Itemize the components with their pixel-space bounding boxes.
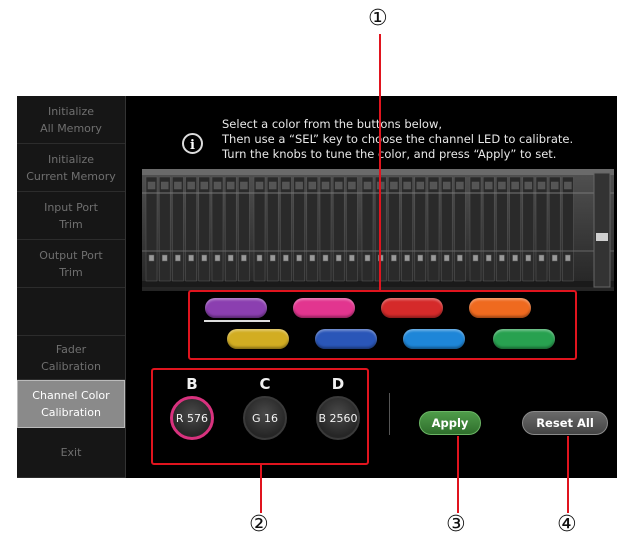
callout-3: ③ (446, 512, 466, 537)
channel-fader (525, 254, 532, 262)
channel-sel-key (416, 181, 425, 190)
channel-fader (499, 254, 505, 262)
channel-sel-key (498, 181, 506, 190)
channel-sel-key (484, 181, 493, 190)
channel-sel-key (524, 181, 533, 190)
callout-2: ② (249, 512, 269, 537)
channel-fader (241, 254, 247, 262)
channel-sel-key (363, 181, 372, 190)
callout-box-knobs (151, 368, 369, 465)
channel-sel-key (321, 181, 330, 190)
sidebar-item-label: Fader Calibration (41, 342, 101, 373)
channel-sel-key (390, 181, 398, 190)
sidebar-item-input-port-trim[interactable]: Input Port Trim (17, 192, 125, 240)
sidebar-item-initialize-all-memory[interactable]: Initialize All Memory (17, 96, 125, 144)
channel-sel-key (456, 181, 464, 190)
channel-sel-key (282, 181, 290, 190)
channel-fader (391, 254, 397, 262)
channel-fader (296, 254, 302, 262)
channel-fader (443, 254, 450, 262)
apply-button[interactable]: Apply (419, 411, 481, 435)
channel-fader (512, 254, 518, 262)
divider (389, 393, 390, 435)
sidebar-item-channel-color-calibration[interactable]: Channel Color Calibration (17, 380, 125, 428)
channel-fader (430, 254, 437, 262)
channel-fader (214, 254, 221, 262)
channel-sel-key (174, 181, 182, 190)
sidebar-item-label: Channel Color Calibration (32, 389, 110, 419)
instruction-line: Then use a “SEL” key to choose the chann… (222, 132, 574, 146)
callout-line-1 (379, 34, 381, 290)
callout-1: ① (368, 6, 388, 31)
callout-box-color-buttons (188, 290, 577, 360)
channel-fader (349, 254, 355, 262)
channel-fader (472, 254, 479, 262)
channel-fader (269, 254, 276, 262)
channel-sel-key (187, 181, 195, 190)
channel-sel-key (268, 181, 277, 190)
callout-line-2 (260, 465, 262, 513)
channel-sel-key (147, 181, 156, 190)
channel-fader (404, 254, 410, 262)
callout-4: ④ (557, 512, 577, 537)
sidebar-item-label: Initialize All Memory (40, 104, 102, 135)
channel-sel-key (308, 181, 317, 190)
sidebar-item-label: Exit (60, 446, 82, 459)
channel-sel-key (255, 181, 264, 190)
sidebar-item-initialize-current-memory[interactable]: Initialize Current Memory (17, 144, 125, 192)
channel-fader (322, 254, 329, 262)
channel-fader (551, 254, 558, 262)
sidebar-item-label: Initialize Current Memory (26, 152, 116, 183)
channel-fader (538, 254, 545, 262)
sidebar-item-empty (17, 288, 125, 336)
callout-line-4 (567, 436, 569, 513)
channel-sel-key (200, 181, 209, 190)
channel-fader (227, 254, 234, 262)
channel-sel-key (334, 181, 343, 190)
channel-sel-key (550, 181, 559, 190)
channel-sel-key (295, 181, 303, 190)
channel-sel-key (442, 181, 451, 190)
sidebar-item-label: Output Port Trim (39, 248, 103, 279)
channel-sel-key (564, 181, 572, 190)
sidebar-item-output-port-trim[interactable]: Output Port Trim (17, 240, 125, 288)
channel-fader (335, 254, 342, 262)
channel-sel-key (226, 181, 235, 190)
channel-fader (256, 254, 263, 262)
channel-sel-key (471, 181, 480, 190)
channel-fader (201, 254, 208, 262)
reset-all-button[interactable]: Reset All (522, 411, 608, 435)
channel-fader (309, 254, 316, 262)
channel-sel-key (160, 181, 169, 190)
sidebar: Initialize All Memory Initialize Current… (17, 96, 126, 478)
channel-fader (417, 254, 424, 262)
channel-fader (457, 254, 463, 262)
channel-sel-key (511, 181, 519, 190)
channel-fader (188, 254, 194, 262)
channel-sel-key (537, 181, 546, 190)
channel-fader (565, 254, 571, 262)
channel-fader (283, 254, 289, 262)
instruction-line: Select a color from the buttons below, (222, 117, 442, 131)
channel-sel-key (403, 181, 411, 190)
channel-sel-key (240, 181, 248, 190)
callout-line-3 (457, 436, 459, 513)
channel-sel-key (348, 181, 356, 190)
channel-fader (161, 254, 168, 262)
channel-fader (364, 254, 371, 262)
console-illustration (142, 169, 614, 291)
channel-sel-key (213, 181, 222, 190)
channel-fader (148, 254, 155, 262)
sidebar-item-fader-calibration[interactable]: Fader Calibration (17, 336, 125, 380)
channel-fader (175, 254, 181, 262)
channel-fader (485, 254, 492, 262)
sidebar-item-label: Input Port Trim (44, 200, 98, 231)
channel-sel-key (429, 181, 438, 190)
sidebar-item-exit[interactable]: Exit (17, 428, 125, 478)
